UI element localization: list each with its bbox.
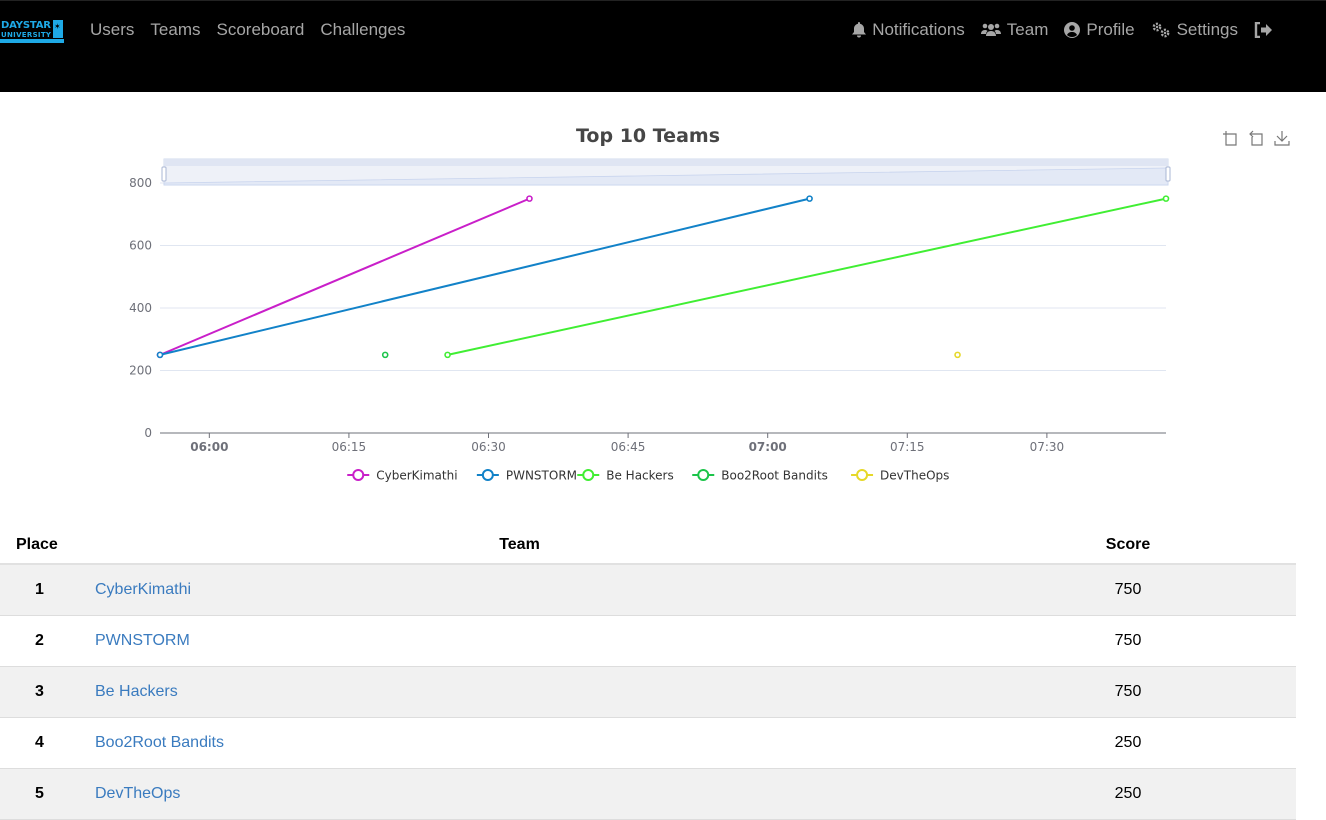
score-cell: 250 — [960, 717, 1296, 769]
team-link[interactable]: Boo2Root Bandits — [95, 734, 224, 751]
table-row: 1 CyberKimathi 750 — [0, 564, 1296, 616]
nav-profile[interactable]: Profile — [1056, 18, 1142, 42]
navbar: DAYSTAR UNIVERSITY ✶ Users Teams Scorebo… — [0, 0, 1326, 92]
legend-label: CyberKimathi — [376, 469, 457, 483]
legend-marker — [856, 469, 869, 481]
svg-text:DAYSTAR: DAYSTAR — [1, 20, 51, 31]
table-row: 2 PWNSTORM 750 — [0, 615, 1296, 667]
team-cell: DevTheOps — [79, 768, 960, 820]
x-tick-label: 07:30 — [1030, 440, 1065, 454]
daystar-logo[interactable]: DAYSTAR UNIVERSITY ✶ — [0, 18, 64, 44]
legend-item[interactable]: Boo2Root Bandits — [692, 469, 828, 483]
chart-canvas: 0 200 400 600 800 06:00 06:15 06:30 06:45 07:00 07… — [129, 158, 1171, 483]
x-tick-label: 06:15 — [332, 440, 367, 454]
scoreboard-chart: Top 10 Teams 0 200 400 600 800 06:00 06:15 06:3… — [0, 92, 1326, 512]
y-tick-label: 600 — [129, 239, 152, 253]
nav-left: Users Teams Scoreboard Challenges — [82, 18, 413, 42]
series-line-cyberkimathi — [159, 197, 530, 356]
nav-logout[interactable] — [1246, 18, 1286, 42]
svg-text:UNIVERSITY: UNIVERSITY — [1, 31, 52, 39]
data-point — [526, 195, 533, 202]
x-tick-label: 06:45 — [611, 440, 646, 454]
place-cell: 3 — [0, 666, 79, 718]
datazoom-handle-left — [161, 166, 167, 182]
team-cell: CyberKimathi — [79, 564, 960, 616]
x-tick-label: 07:15 — [890, 440, 925, 454]
nav-teams[interactable]: Teams — [142, 18, 208, 42]
data-point — [156, 351, 164, 359]
nav-profile-label: Profile — [1086, 20, 1135, 39]
legend-marker — [481, 469, 494, 481]
bell-icon — [852, 22, 867, 38]
legend-label: Be Hackers — [606, 469, 674, 483]
user-circle-icon — [1064, 22, 1081, 38]
place-cell: 2 — [0, 615, 79, 667]
nav-scoreboard[interactable]: Scoreboard — [208, 18, 312, 42]
nav-settings-label: Settings — [1176, 20, 1238, 39]
team-cell: Be Hackers — [79, 666, 960, 718]
legend-item[interactable]: DevTheOps — [851, 469, 949, 483]
svg-text:✶: ✶ — [54, 22, 61, 31]
legend-item[interactable]: PWNSTORM — [476, 469, 577, 483]
nav-team[interactable]: Team — [973, 18, 1057, 42]
table-header-row: Place Team Score — [0, 527, 1296, 565]
nav-challenges[interactable]: Challenges — [312, 18, 413, 42]
y-tick-label: 800 — [129, 176, 152, 190]
place-cell: 5 — [0, 768, 79, 820]
legend-label: PWNSTORM — [506, 469, 577, 483]
y-tick-label: 200 — [129, 364, 152, 378]
users-icon — [980, 23, 1001, 36]
data-point — [381, 351, 389, 359]
series-line-pwnstorm — [159, 197, 810, 356]
x-tick-label: 07:00 — [749, 440, 787, 454]
nav-settings[interactable]: Settings — [1143, 18, 1246, 42]
legend-item[interactable]: Be Hackers — [577, 469, 674, 483]
team-link[interactable]: CyberKimathi — [95, 581, 191, 598]
datazoom-bar — [164, 159, 1168, 166]
cogs-icon — [1152, 22, 1169, 38]
datazoom-handle-right — [1165, 166, 1171, 182]
data-point — [444, 351, 451, 359]
y-tick-label: 400 — [129, 301, 152, 315]
header-place: Place — [0, 527, 79, 565]
legend-label: Boo2Root Bandits — [721, 469, 828, 483]
score-cell: 750 — [960, 666, 1296, 718]
team-link[interactable]: PWNSTORM — [95, 632, 190, 649]
data-point — [806, 195, 813, 202]
x-tick-label: 06:00 — [190, 440, 228, 454]
chart-legend: CyberKimathi PWNSTORM Be Hackers Boo2Root B… — [347, 469, 949, 483]
legend-marker — [697, 469, 710, 481]
nav-notifications-label: Notifications — [872, 20, 965, 39]
legend-label: DevTheOps — [880, 469, 949, 483]
logout-icon — [1254, 22, 1272, 38]
table-row: 5 DevTheOps 250 — [0, 768, 1296, 820]
team-link[interactable]: DevTheOps — [95, 785, 180, 802]
data-point — [954, 351, 961, 359]
score-cell: 750 — [960, 615, 1296, 667]
nav-right: Notifications Team Profile Settings — [844, 18, 1286, 42]
x-tick-label: 06:30 — [471, 440, 506, 454]
header-team: Team — [79, 527, 960, 565]
nav-team-label: Team — [1006, 20, 1049, 39]
team-link[interactable]: Be Hackers — [95, 683, 178, 700]
table-row: 4 Boo2Root Bandits 250 — [0, 717, 1296, 769]
data-point — [1162, 195, 1170, 202]
place-cell: 1 — [0, 564, 79, 616]
legend-item[interactable]: CyberKimathi — [347, 469, 458, 483]
table-row: 3 Be Hackers 750 — [0, 666, 1296, 718]
team-cell: PWNSTORM — [79, 615, 960, 667]
place-cell: 4 — [0, 717, 79, 769]
series-line-be-hackers — [447, 197, 1167, 356]
legend-marker — [352, 469, 365, 481]
team-cell: Boo2Root Bandits — [79, 717, 960, 769]
nav-users[interactable]: Users — [82, 18, 142, 42]
y-tick-label: 0 — [144, 426, 152, 440]
score-cell: 750 — [960, 564, 1296, 616]
scoreboard-table: Place Team Score 1 CyberKimathi 750 2 PW… — [0, 527, 1296, 820]
legend-marker — [582, 469, 595, 481]
score-cell: 250 — [960, 768, 1296, 820]
nav-notifications[interactable]: Notifications — [844, 18, 973, 42]
header-score: Score — [960, 527, 1296, 565]
